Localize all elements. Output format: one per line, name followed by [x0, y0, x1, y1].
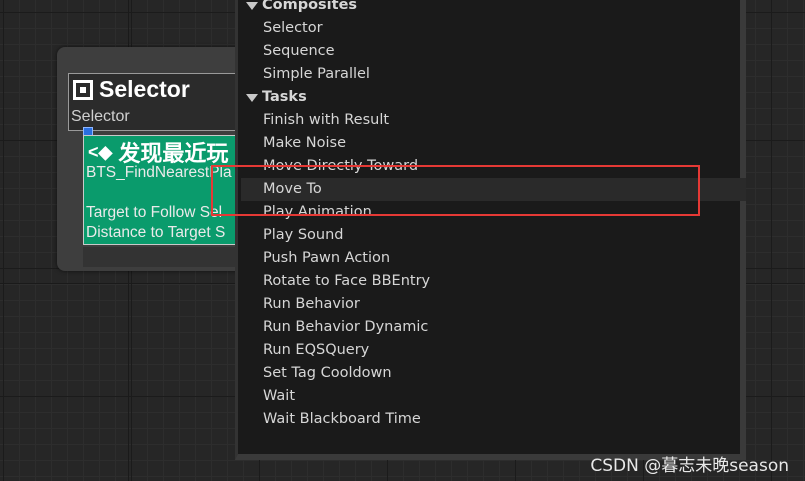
menu-item-finish-with-result[interactable]: Finish with Result	[263, 109, 389, 132]
menu-item-push-pawn-action[interactable]: Push Pawn Action	[263, 247, 390, 270]
menu-item-simple-parallel[interactable]: Simple Parallel	[263, 63, 370, 86]
category-composites[interactable]: Composites	[246, 0, 357, 17]
menu-item-rotate-to-face-bbentry[interactable]: Rotate to Face BBEntry	[263, 270, 430, 293]
service-prop-distance: Distance to Target S	[86, 224, 226, 241]
service-icon: <◆	[88, 141, 113, 162]
collapse-triangle-icon	[246, 93, 258, 102]
context-menu: Composites Selector Sequence Simple Para…	[235, 0, 746, 460]
selector-node-header[interactable]: Selector Selector	[68, 73, 260, 131]
selector-node[interactable]: Selector Selector <◆ 发现最近玩 BTS_FindNeare…	[57, 47, 260, 271]
menu-item-run-behavior-dynamic[interactable]: Run Behavior Dynamic	[263, 316, 428, 339]
collapse-triangle-icon	[246, 1, 258, 10]
annotation-highlight-box	[211, 165, 700, 216]
menu-item-run-eqsquery[interactable]: Run EQSQuery	[263, 339, 369, 362]
service-class: BTS_FindNearestPla	[86, 164, 232, 181]
menu-item-wait-blackboard-time[interactable]: Wait Blackboard Time	[263, 408, 421, 431]
menu-item-set-tag-cooldown[interactable]: Set Tag Cooldown	[263, 362, 392, 385]
menu-item-play-sound[interactable]: Play Sound	[263, 224, 344, 247]
menu-item-make-noise[interactable]: Make Noise	[263, 132, 346, 155]
node-title-text: Selector	[99, 76, 190, 102]
node-output-pin-area[interactable]	[83, 247, 258, 267]
watermark: CSDN @暮志未晚season	[590, 456, 789, 476]
menu-item-wait[interactable]: Wait	[263, 385, 295, 408]
menu-item-selector[interactable]: Selector	[263, 17, 323, 40]
service-prop-target: Target to Follow Sel	[86, 204, 223, 221]
menu-item-sequence[interactable]: Sequence	[263, 40, 335, 63]
category-tasks[interactable]: Tasks	[246, 86, 307, 109]
node-subtitle: Selector	[71, 108, 130, 125]
selector-icon	[73, 79, 93, 100]
menu-item-run-behavior[interactable]: Run Behavior	[263, 293, 360, 316]
node-title: Selector	[73, 76, 190, 103]
